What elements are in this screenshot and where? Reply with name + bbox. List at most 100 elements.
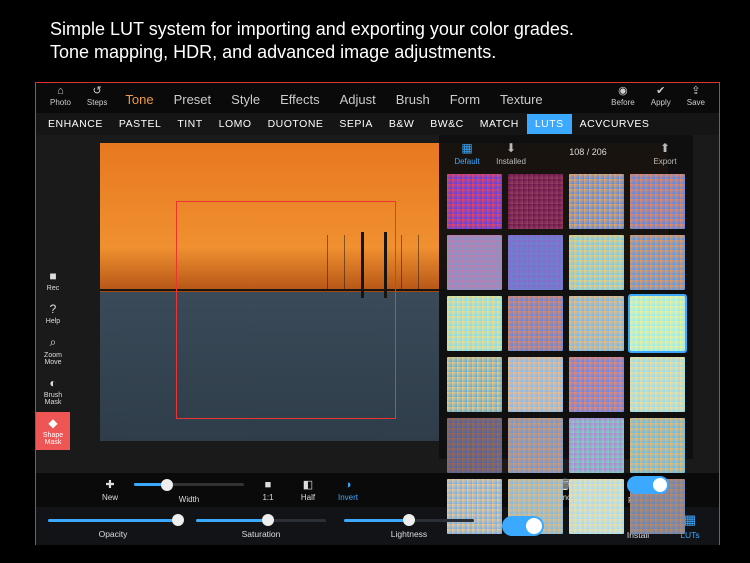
- lut-installed-button[interactable]: ⬇ Installed: [491, 141, 531, 166]
- photo-button[interactable]: ⌂ Photo: [42, 86, 79, 107]
- opacity-slider[interactable]: [48, 513, 178, 527]
- lut-swatch[interactable]: [508, 296, 563, 351]
- saturation-label: Saturation: [242, 529, 281, 539]
- upload-icon: ⬆: [660, 141, 670, 155]
- lut-installed-label: Installed: [496, 157, 526, 166]
- eye-icon: ◉: [618, 86, 628, 97]
- subtab-bw[interactable]: B&W: [381, 114, 422, 134]
- subtab-duotone[interactable]: DUOTONE: [260, 114, 332, 134]
- lut-swatch[interactable]: [447, 235, 502, 290]
- shape-mask-tool[interactable]: ◆ Shape Mask: [36, 412, 70, 450]
- subtab-lomo[interactable]: LOMO: [211, 114, 260, 134]
- subtab-sepia[interactable]: SEPIA: [331, 114, 380, 134]
- lut-swatch[interactable]: [630, 174, 685, 229]
- invert-icon: ◑: [345, 479, 352, 491]
- steps-button[interactable]: ↺ Steps: [79, 86, 115, 107]
- tab-preset[interactable]: Preset: [164, 86, 222, 113]
- before-label: Before: [611, 98, 635, 107]
- lightness-slider[interactable]: [344, 513, 474, 527]
- new-label: New: [102, 493, 118, 502]
- save-button[interactable]: ⇪ Save: [679, 86, 713, 107]
- invert-button[interactable]: ◑ Invert: [332, 479, 364, 502]
- half-button[interactable]: ◧ Half: [292, 478, 324, 502]
- saturation-slider[interactable]: [196, 513, 326, 527]
- half-label: Half: [301, 493, 315, 502]
- tab-texture[interactable]: Texture: [490, 86, 553, 113]
- width-slider[interactable]: [134, 477, 244, 493]
- lut-swatch[interactable]: [569, 296, 624, 351]
- download-icon: ⬇: [506, 141, 516, 155]
- tab-adjust[interactable]: Adjust: [330, 86, 386, 113]
- tab-brush[interactable]: Brush: [386, 86, 440, 113]
- before-button[interactable]: ◉ Before: [603, 86, 643, 107]
- menubar: ⌂ Photo ↺ Steps Tone Preset Style Effect…: [36, 83, 719, 113]
- lut-export-label: Export: [653, 157, 676, 166]
- app-window: ⌂ Photo ↺ Steps Tone Preset Style Effect…: [35, 82, 720, 545]
- tab-form[interactable]: Form: [440, 86, 490, 113]
- bridge-cable: [401, 235, 402, 289]
- check-icon: ✔: [656, 86, 665, 97]
- save-label: Save: [687, 98, 705, 107]
- lightness-label: Lightness: [391, 529, 427, 539]
- lut-swatch[interactable]: [630, 418, 685, 473]
- promo-line1: Simple LUT system for importing and expo…: [50, 18, 574, 41]
- lut-swatch[interactable]: [569, 174, 624, 229]
- lut-swatch[interactable]: [508, 235, 563, 290]
- lut-swatch[interactable]: [569, 418, 624, 473]
- zoom-label: Zoom Move: [44, 352, 62, 366]
- brush-icon: ◐: [49, 376, 56, 390]
- lut-swatch[interactable]: [447, 174, 502, 229]
- lut-swatch[interactable]: [508, 174, 563, 229]
- aspect-1-1-button[interactable]: ■ 1:1: [252, 479, 284, 502]
- zoom-move-tool[interactable]: ⌕ Zoom Move: [36, 331, 70, 370]
- subtab-enhance[interactable]: ENHANCE: [40, 114, 111, 134]
- square-icon: ■: [265, 479, 272, 491]
- apply-button[interactable]: ✔ Apply: [643, 86, 679, 107]
- apply-label: Apply: [651, 98, 671, 107]
- lut-swatch[interactable]: [569, 479, 624, 534]
- rec-tool[interactable]: ■ Rec: [36, 265, 70, 296]
- subtabs: ENHANCE PASTEL TINT LOMO DUOTONE SEPIA B…: [36, 113, 719, 135]
- subtab-pastel[interactable]: PASTEL: [111, 114, 170, 134]
- tab-style[interactable]: Style: [221, 86, 270, 113]
- lut-swatch[interactable]: [447, 418, 502, 473]
- lut-swatch[interactable]: [508, 418, 563, 473]
- lut-swatch[interactable]: [630, 357, 685, 412]
- subtab-match[interactable]: MATCH: [472, 114, 527, 134]
- tab-tone[interactable]: Tone: [115, 86, 163, 113]
- lut-panel: ▦ Default ⬇ Installed 108 / 206 ⬆ Export: [439, 135, 693, 459]
- selection-rectangle[interactable]: [176, 201, 396, 419]
- subtab-tint[interactable]: TINT: [169, 114, 210, 134]
- tab-effects[interactable]: Effects: [270, 86, 330, 113]
- lut-swatch[interactable]: [569, 357, 624, 412]
- zoom-icon: ⌕: [50, 335, 57, 350]
- brush-label: Brush Mask: [44, 392, 62, 406]
- help-label: Help: [46, 318, 60, 325]
- help-tool[interactable]: ? Help: [36, 298, 70, 329]
- subtab-bwc[interactable]: BW&C: [422, 114, 472, 134]
- export-icon: ⇪: [691, 86, 700, 97]
- brush-mask-tool[interactable]: ◐ Brush Mask: [36, 372, 70, 410]
- lut-swatch[interactable]: [630, 235, 685, 290]
- content-area: ■ Rec ? Help ⌕ Zoom Move ◐ Brush Mask ◆ …: [36, 135, 719, 473]
- effect-toggle[interactable]: [502, 516, 544, 536]
- new-shape-button[interactable]: ✚ New: [94, 478, 126, 502]
- bridge-cable: [418, 235, 419, 289]
- record-icon: ■: [49, 269, 56, 283]
- subtab-acvcurves[interactable]: ACVCURVES: [572, 114, 658, 134]
- steps-label: Steps: [87, 98, 107, 107]
- undo-icon: ↺: [93, 86, 102, 97]
- lut-swatch[interactable]: [630, 296, 685, 351]
- rectangles-toggle[interactable]: [627, 476, 669, 494]
- lut-export-button[interactable]: ⬆ Export: [645, 141, 685, 166]
- lut-swatch[interactable]: [447, 296, 502, 351]
- lut-swatch[interactable]: [447, 357, 502, 412]
- help-icon: ?: [50, 302, 57, 316]
- lut-default-button[interactable]: ▦ Default: [447, 141, 487, 166]
- rec-label: Rec: [47, 285, 59, 292]
- lut-swatch[interactable]: [508, 357, 563, 412]
- photo-label: Photo: [50, 98, 71, 107]
- lut-swatch[interactable]: [569, 235, 624, 290]
- subtab-luts[interactable]: LUTS: [527, 114, 572, 134]
- camera-icon: ⌂: [57, 86, 64, 97]
